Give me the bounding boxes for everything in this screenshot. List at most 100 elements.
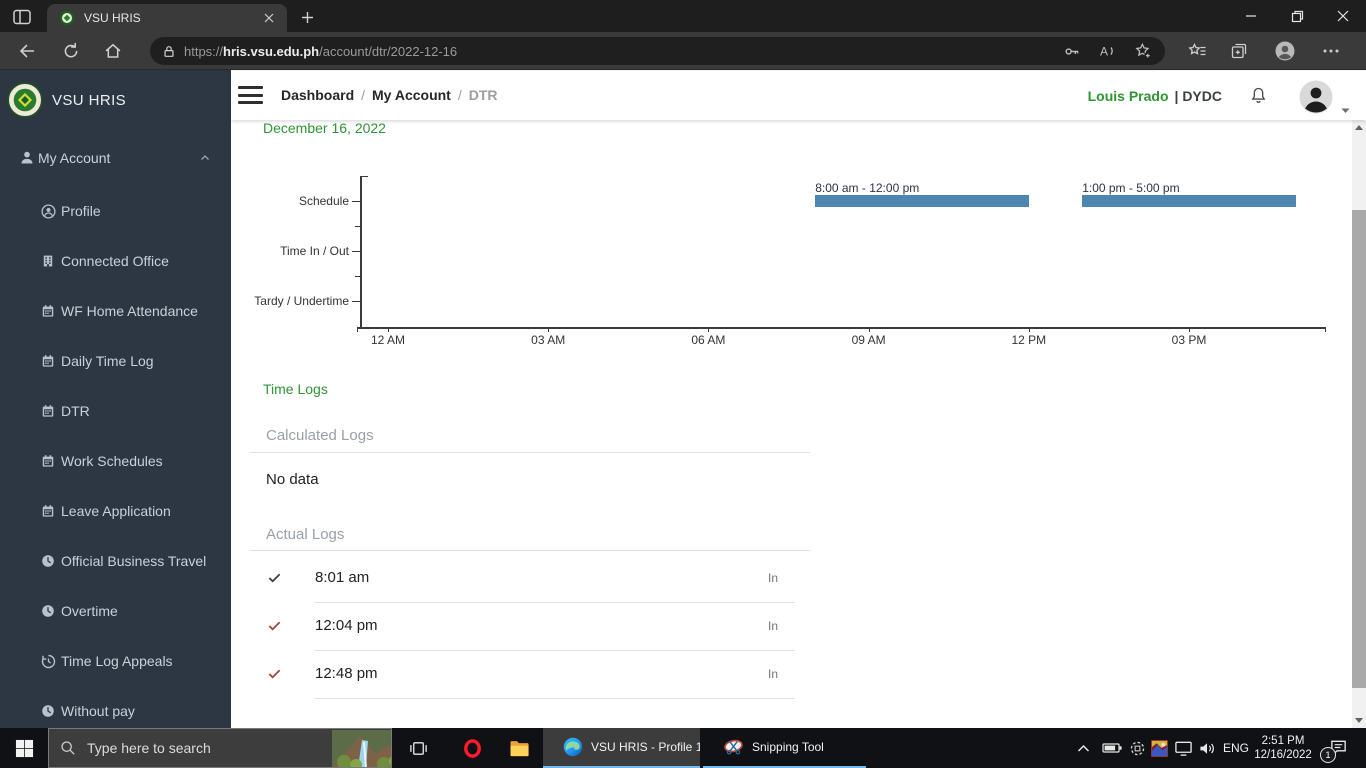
actual-log-row[interactable]: 12:04 pmIn bbox=[231, 602, 1031, 650]
search-highlight-image[interactable] bbox=[321, 730, 391, 768]
sidebar-item-label: Connected Office bbox=[61, 253, 169, 269]
sidebar-item-label: Overtime bbox=[61, 603, 118, 619]
chart-x-tick-label: 09 AM bbox=[839, 333, 899, 347]
sidebar-item-connected-office[interactable]: Connected Office bbox=[0, 244, 231, 278]
sidebar-item-leave-application[interactable]: Leave Application bbox=[0, 494, 231, 528]
tray-chevron-up-icon[interactable] bbox=[1072, 728, 1094, 768]
chart-minor-tick bbox=[355, 276, 360, 277]
chart-x-tick-label: 03 PM bbox=[1159, 333, 1219, 347]
sidebar-item-profile[interactable]: Profile bbox=[0, 194, 231, 228]
chart-tick bbox=[388, 327, 389, 332]
sidebar-item-time-log-appeals[interactable]: Time Log Appeals bbox=[0, 644, 231, 678]
page-scrollbar[interactable] bbox=[1352, 120, 1366, 728]
building-icon bbox=[41, 254, 55, 268]
back-icon[interactable] bbox=[10, 34, 44, 68]
sidebar-item-my-account[interactable]: My Account bbox=[0, 141, 231, 175]
search-input[interactable] bbox=[85, 739, 289, 757]
start-button[interactable] bbox=[0, 728, 48, 768]
chart-tick bbox=[869, 327, 870, 332]
opera-icon[interactable] bbox=[450, 728, 494, 768]
log-time: 12:04 pm bbox=[315, 617, 378, 634]
home-icon[interactable] bbox=[96, 34, 130, 68]
read-aloud-icon[interactable]: A bbox=[1093, 39, 1121, 63]
tab-layout-icon[interactable] bbox=[8, 5, 36, 29]
chart-row-label: Tardy / Undertime bbox=[231, 294, 349, 308]
clock-icon bbox=[41, 604, 55, 618]
sidebar-item-official-business-travel[interactable]: Official Business Travel bbox=[0, 544, 231, 578]
actual-log-row[interactable]: 8:01 amIn bbox=[231, 554, 1031, 602]
log-direction-tag: In bbox=[768, 667, 778, 681]
file-explorer-icon[interactable] bbox=[498, 728, 542, 768]
new-tab-button[interactable] bbox=[295, 6, 319, 28]
scrollbar-thumb[interactable] bbox=[1352, 210, 1366, 688]
window-restore-button[interactable] bbox=[1274, 0, 1320, 32]
chart-tick bbox=[352, 251, 360, 252]
chart-minor-tick bbox=[355, 226, 360, 227]
refresh-icon[interactable] bbox=[54, 34, 88, 68]
taskbar-window-vsu-hris-profile-1[interactable]: VSU HRIS - Profile 1... bbox=[543, 728, 700, 768]
window-close-button[interactable] bbox=[1320, 0, 1366, 32]
schedule-bar[interactable] bbox=[1082, 195, 1296, 207]
sidebar-item-daily-time-log[interactable]: Daily Time Log bbox=[0, 344, 231, 378]
add-favorite-icon[interactable] bbox=[1129, 39, 1157, 63]
chart-x-tick-label: 12 AM bbox=[358, 333, 418, 347]
password-key-icon[interactable] bbox=[1057, 39, 1085, 63]
favorites-icon[interactable] bbox=[1180, 34, 1214, 68]
sidebar-item-dtr[interactable]: DTR bbox=[0, 394, 231, 428]
calendar-icon bbox=[41, 354, 55, 368]
breadcrumb-dtr[interactable]: DTR bbox=[469, 87, 498, 103]
sidebar-item-work-schedules[interactable]: Work Schedules bbox=[0, 444, 231, 478]
snipping-icon bbox=[713, 737, 744, 758]
sidebar-item-overtime[interactable]: Overtime bbox=[0, 594, 231, 628]
network-icon[interactable] bbox=[1170, 728, 1196, 768]
scroll-up-icon[interactable] bbox=[1352, 120, 1366, 135]
tab-close-icon[interactable] bbox=[259, 8, 279, 28]
vsu-logo-icon bbox=[7, 82, 43, 118]
hamburger-menu-icon[interactable] bbox=[238, 86, 263, 104]
action-center-icon[interactable]: 1 bbox=[1320, 728, 1354, 768]
chart-tick bbox=[352, 301, 360, 302]
account-caret-icon[interactable] bbox=[1341, 108, 1350, 114]
breadcrumb-my-account[interactable]: My Account bbox=[372, 87, 451, 103]
taskbar-window-label: Snipping Tool bbox=[752, 740, 824, 754]
chart-tick bbox=[548, 327, 549, 332]
browser-menu-icon[interactable] bbox=[1314, 34, 1348, 68]
taskbar-search[interactable] bbox=[48, 728, 392, 768]
sidebar-item-label: Profile bbox=[61, 203, 101, 219]
clock-icon bbox=[41, 554, 55, 568]
schedule-bar[interactable] bbox=[815, 195, 1029, 207]
site-favicon-icon bbox=[59, 10, 75, 26]
check-icon bbox=[267, 570, 282, 585]
address-bar[interactable]: https://hris.vsu.edu.ph/account/dtr/2022… bbox=[150, 37, 1165, 65]
calendar-icon bbox=[41, 404, 55, 418]
task-view-icon[interactable] bbox=[398, 728, 438, 768]
calendar-icon bbox=[41, 304, 55, 318]
taskbar-window-snipping-tool[interactable]: Snipping Tool bbox=[703, 728, 866, 768]
scroll-down-icon[interactable] bbox=[1352, 713, 1366, 728]
window-minimize-button[interactable] bbox=[1228, 0, 1274, 32]
tray-app-icon[interactable] bbox=[1148, 728, 1170, 768]
collections-icon[interactable] bbox=[1222, 34, 1256, 68]
time-logs-title: Time Logs bbox=[263, 381, 328, 397]
sidebar-item-without-pay[interactable]: Without pay bbox=[0, 694, 231, 728]
sidebar-item-wf-home-attendance[interactable]: WF Home Attendance bbox=[0, 294, 231, 328]
taskbar-clock[interactable]: 2:51 PM 12/16/2022 bbox=[1252, 728, 1314, 768]
language-indicator[interactable]: ENG bbox=[1220, 728, 1252, 768]
battery-icon[interactable] bbox=[1098, 728, 1126, 768]
url-text: https://hris.vsu.edu.ph/account/dtr/2022… bbox=[184, 44, 457, 59]
volume-icon[interactable] bbox=[1194, 728, 1220, 768]
chart-row-label: Schedule bbox=[231, 194, 349, 208]
chart-x-axis bbox=[357, 327, 1325, 329]
chart-x-tick-label: 06 AM bbox=[678, 333, 738, 347]
clock-date: 12/16/2022 bbox=[1254, 748, 1312, 762]
browser-tab[interactable]: VSU HRIS bbox=[47, 4, 287, 32]
avatar[interactable] bbox=[1299, 80, 1333, 114]
breadcrumb-dashboard[interactable]: Dashboard bbox=[281, 87, 354, 103]
tray-sync-circle-icon[interactable] bbox=[1126, 728, 1148, 768]
chart-tick bbox=[352, 201, 360, 202]
tab-title: VSU HRIS bbox=[84, 11, 259, 25]
notifications-bell-icon[interactable] bbox=[1249, 86, 1268, 106]
user-info[interactable]: Louis Prado | DYDC bbox=[1088, 71, 1222, 120]
actual-log-row[interactable]: 12:48 pmIn bbox=[231, 650, 1031, 698]
browser-profile-icon[interactable] bbox=[1268, 34, 1302, 68]
